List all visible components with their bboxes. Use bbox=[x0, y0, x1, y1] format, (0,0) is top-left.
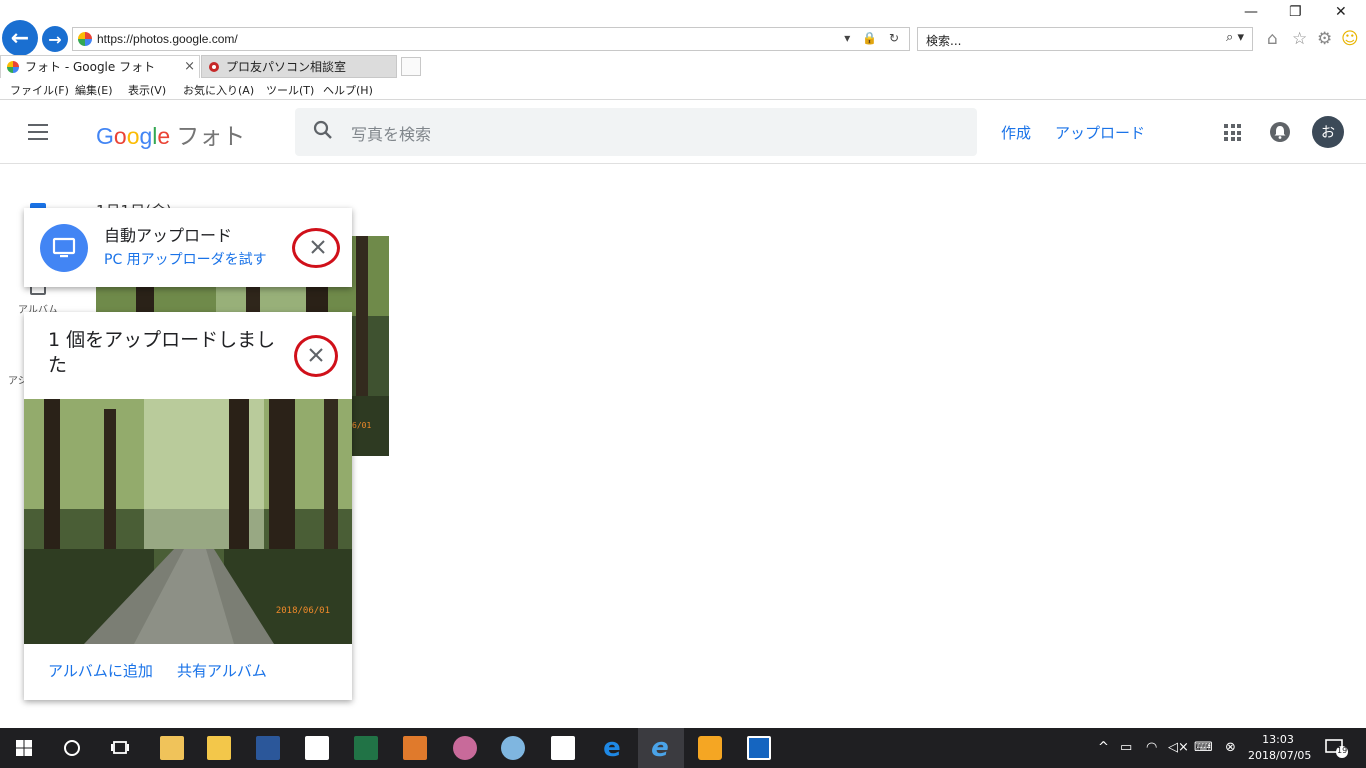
home-icon[interactable]: ⌂ bbox=[1267, 29, 1278, 49]
restore-button[interactable]: ❐ bbox=[1289, 4, 1302, 20]
menu-view[interactable]: 表示(V) bbox=[128, 82, 166, 98]
browser-chrome: ← → https://photos.google.com/ ▾ 🔒 ↻ 検索.… bbox=[0, 0, 1366, 100]
volume-muted-icon[interactable]: ◁× bbox=[1168, 740, 1189, 755]
notifications-bell-icon[interactable] bbox=[1270, 122, 1290, 142]
upload-complete-title: 1 個をアップロードしました bbox=[48, 329, 276, 376]
back-arrow-icon[interactable]: ← bbox=[2, 20, 38, 56]
monitor-icon bbox=[40, 224, 88, 272]
refresh-icon: ↻ bbox=[888, 31, 903, 45]
photos-header: Google フォト 写真を検索 作成 アップロード お bbox=[0, 101, 1366, 164]
tab-label: フォト - Google フォト bbox=[25, 60, 156, 74]
url-text[interactable]: https://photos.google.com/ bbox=[97, 32, 238, 46]
notification-count: 19 bbox=[1337, 746, 1348, 755]
google-photos-favicon-icon bbox=[78, 32, 92, 46]
try-pc-uploader-link[interactable]: PC 用アップローダを試す bbox=[104, 249, 267, 269]
browser-search-text[interactable]: 検索... bbox=[926, 32, 961, 49]
auto-upload-card: 自動アップロード PC 用アップローダを試す bbox=[24, 208, 352, 287]
menu-help[interactable]: ヘルプ(H) bbox=[323, 82, 373, 98]
clock-time: 13:03 bbox=[1262, 733, 1294, 746]
task-view-icon[interactable] bbox=[108, 736, 132, 760]
upload-button[interactable]: アップロード bbox=[1055, 122, 1145, 143]
paint-app-icon[interactable] bbox=[453, 736, 477, 760]
hamburger-menu-icon[interactable] bbox=[28, 124, 48, 140]
annotation-circle bbox=[294, 335, 338, 377]
annotation-circle bbox=[292, 228, 340, 268]
apps-grid-icon[interactable] bbox=[1224, 124, 1241, 141]
menu-favorites[interactable]: お気に入り(A) bbox=[183, 82, 254, 98]
address-bar[interactable]: https://photos.google.com/ ▾ 🔒 ↻ bbox=[72, 27, 910, 51]
ime-off-icon[interactable]: ⊗ bbox=[1225, 740, 1236, 755]
magnifier-icon[interactable]: ⌕ ▾ bbox=[1226, 30, 1244, 45]
account-avatar[interactable]: お bbox=[1312, 116, 1344, 148]
close-window-button[interactable]: ✕ bbox=[1335, 4, 1347, 20]
mail-app-icon[interactable] bbox=[160, 736, 184, 760]
clock[interactable]: 13:03 2018/07/05 bbox=[1248, 732, 1312, 764]
smiley-feedback-icon[interactable]: ☺ bbox=[1341, 29, 1359, 49]
browser-search-bar[interactable]: 検索... ⌕ ▾ bbox=[917, 27, 1253, 51]
photo-date-stamp: 6/01 bbox=[352, 421, 371, 430]
shared-album-button[interactable]: 共有アルバム bbox=[177, 660, 267, 681]
internet-explorer-icon[interactable]: e bbox=[648, 735, 672, 761]
edge-browser-icon[interactable]: e bbox=[600, 735, 624, 761]
excel-icon[interactable] bbox=[354, 736, 378, 760]
sticky-notes-icon[interactable] bbox=[551, 736, 575, 760]
clock-date: 2018/07/05 bbox=[1248, 749, 1312, 762]
add-to-album-button[interactable]: アルバムに追加 bbox=[48, 660, 153, 681]
tab-strip: フォト - Google フォト × プロ友パソコン相談室 bbox=[0, 55, 1366, 78]
keyboard-icon[interactable]: ⌨ bbox=[1194, 740, 1213, 755]
menu-edit[interactable]: 編集(E) bbox=[75, 82, 113, 98]
create-button[interactable]: 作成 bbox=[1001, 122, 1031, 143]
battery-icon[interactable]: ▭ bbox=[1120, 740, 1132, 755]
uploaded-photo[interactable]: 2018/06/01 bbox=[24, 399, 352, 644]
menu-tools[interactable]: ツール(T) bbox=[266, 82, 314, 98]
action-center-icon[interactable]: 19 bbox=[1324, 737, 1350, 759]
new-tab-button[interactable] bbox=[401, 57, 421, 76]
store-icon[interactable] bbox=[305, 736, 329, 760]
word-icon[interactable] bbox=[256, 736, 280, 760]
photo-search-input[interactable]: 写真を検索 bbox=[295, 108, 977, 156]
google-photos-favicon-icon bbox=[7, 61, 19, 73]
app-yellow-icon[interactable] bbox=[698, 736, 722, 760]
windows-taskbar: e e ^ ▭ ◠ ◁× ⌨ ⊗ 13:03 2018/07/05 19 bbox=[0, 728, 1366, 768]
app-blue-icon[interactable] bbox=[747, 736, 771, 760]
paint-palette-icon[interactable] bbox=[501, 736, 525, 760]
dropdown-icon: ▾ bbox=[844, 31, 855, 45]
tab-proto-pc[interactable]: プロ友パソコン相談室 bbox=[201, 55, 397, 78]
wifi-icon[interactable]: ◠ bbox=[1146, 740, 1157, 755]
tab-label: プロ友パソコン相談室 bbox=[226, 60, 347, 74]
google-photos-logo[interactable]: Google フォト bbox=[96, 117, 245, 151]
auto-upload-title: 自動アップロード bbox=[104, 226, 233, 245]
menu-bar: ファイル(F) 編集(E) 表示(V) お気に入り(A) ツール(T) ヘルプ(… bbox=[0, 78, 1366, 100]
search-placeholder: 写真を検索 bbox=[351, 125, 432, 144]
search-icon bbox=[313, 120, 332, 139]
show-hidden-icons[interactable]: ^ bbox=[1098, 740, 1109, 755]
windows-start-icon[interactable] bbox=[12, 736, 36, 760]
favorites-star-icon[interactable]: ☆ bbox=[1292, 29, 1307, 49]
file-explorer-icon[interactable] bbox=[207, 736, 231, 760]
address-bar-icons[interactable]: ▾ 🔒 ↻ bbox=[844, 31, 903, 45]
menu-file[interactable]: ファイル(F) bbox=[10, 82, 69, 98]
upload-complete-card: 1 個をアップロードしました 2018/06/01 アルバムに追加 共有アルバム bbox=[24, 312, 352, 700]
lock-icon: 🔒 bbox=[862, 31, 882, 45]
gear-icon[interactable]: ⚙ bbox=[1317, 29, 1332, 49]
tab-close-icon[interactable]: × bbox=[184, 56, 195, 78]
minimize-button[interactable]: — bbox=[1244, 4, 1258, 20]
cortana-search-icon[interactable] bbox=[60, 736, 84, 760]
photo-date-stamp: 2018/06/01 bbox=[275, 606, 330, 616]
tab-google-photos[interactable]: フォト - Google フォト × bbox=[0, 55, 200, 78]
forward-arrow-icon[interactable]: → bbox=[42, 26, 68, 52]
toolbox-icon[interactable] bbox=[403, 736, 427, 760]
site-favicon-icon bbox=[209, 62, 219, 72]
